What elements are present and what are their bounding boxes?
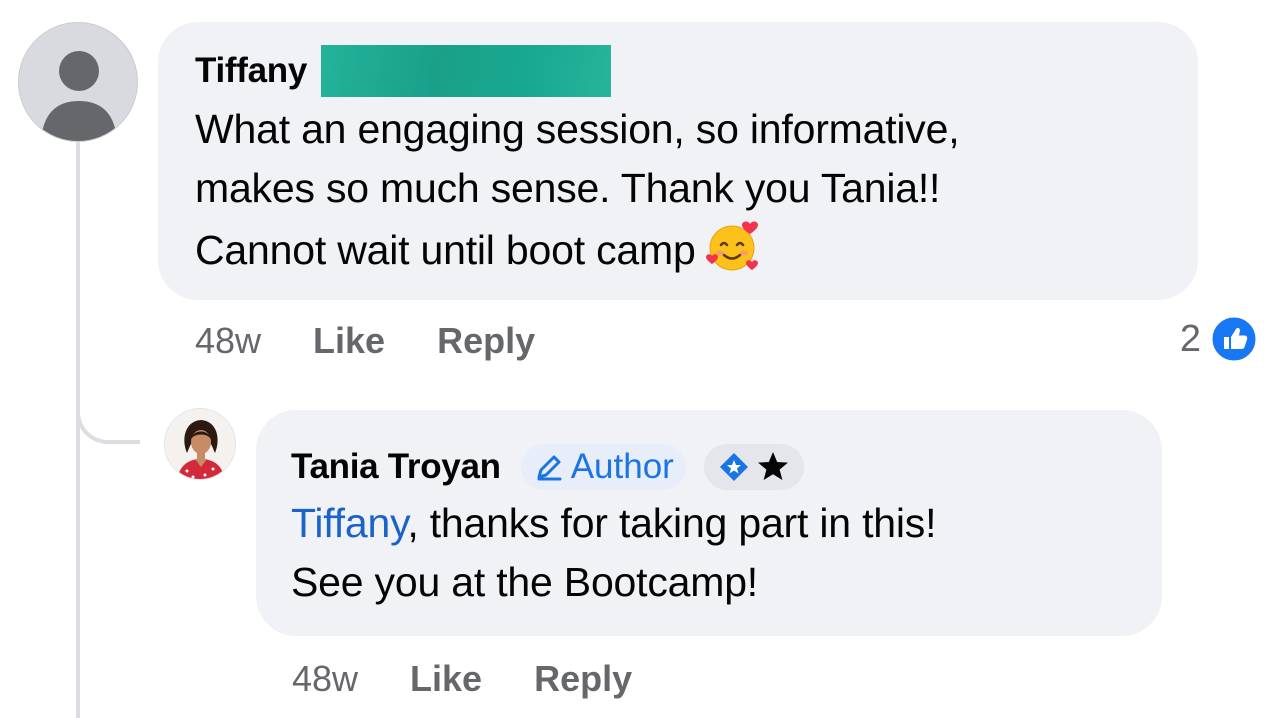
reply-button[interactable]: Reply [437,320,535,362]
author-badge: Author [520,444,686,490]
person-silhouette-icon [41,51,117,141]
comment-text: What an engaging session, so informative… [195,100,1162,290]
reply-line: Tiffany, thanks for taking part in this! [291,494,1132,553]
reply-actions: 48w Like Reply [292,656,632,702]
default-avatar[interactable] [18,22,138,142]
comment-header: Tiffany [195,45,1162,97]
reply-line-text: , thanks for taking part in this! [407,500,937,546]
star-icon [757,452,788,480]
like-button[interactable]: Like [410,658,482,700]
reaction-count: 2 [1179,317,1201,360]
profile-photo-icon [165,409,235,479]
reply-line: See you at the Bootcamp! [291,559,759,605]
smiling-face-with-hearts-icon [704,218,764,290]
thread-connector-line [76,142,80,718]
timestamp[interactable]: 48w [292,658,358,700]
like-button[interactable]: Like [313,320,385,362]
author-name[interactable]: Tania Troyan [291,447,501,487]
timestamp[interactable]: 48w [195,320,261,362]
author-avatar[interactable] [164,408,236,480]
reaction-summary[interactable]: 2 [1180,316,1257,362]
diamond-star-icon [719,453,748,481]
redacted-name-block [321,45,611,97]
reply-button[interactable]: Reply [534,658,632,700]
author-badge-label: Author [570,447,674,486]
like-thumb-icon [1211,316,1257,362]
author-name[interactable]: Tiffany [195,51,307,91]
comment-line: Cannot wait until boot camp [195,227,696,273]
comment-line-with-emoji: Cannot wait until boot camp [195,218,1162,290]
comment-line: makes so much sense. Thank you Tania!! [195,165,941,211]
comment-line: What an engaging session, so informative… [195,106,960,152]
comment-actions: 48w Like Reply [195,318,535,364]
thread-reply-curve [76,396,140,444]
reply-text: Tiffany, thanks for taking part in this!… [291,494,1132,612]
profile-badges[interactable] [703,444,804,490]
reply-bubble: Tania Troyan Author Tiffany, thanks for [256,410,1162,636]
reply-header: Tania Troyan Author [291,444,1132,490]
comment-thread: Tiffany What an engaging session, so inf… [0,0,1279,718]
mention-link[interactable]: Tiffany [291,500,408,546]
pencil-icon [537,455,562,481]
comment-bubble: Tiffany What an engaging session, so inf… [158,22,1198,300]
